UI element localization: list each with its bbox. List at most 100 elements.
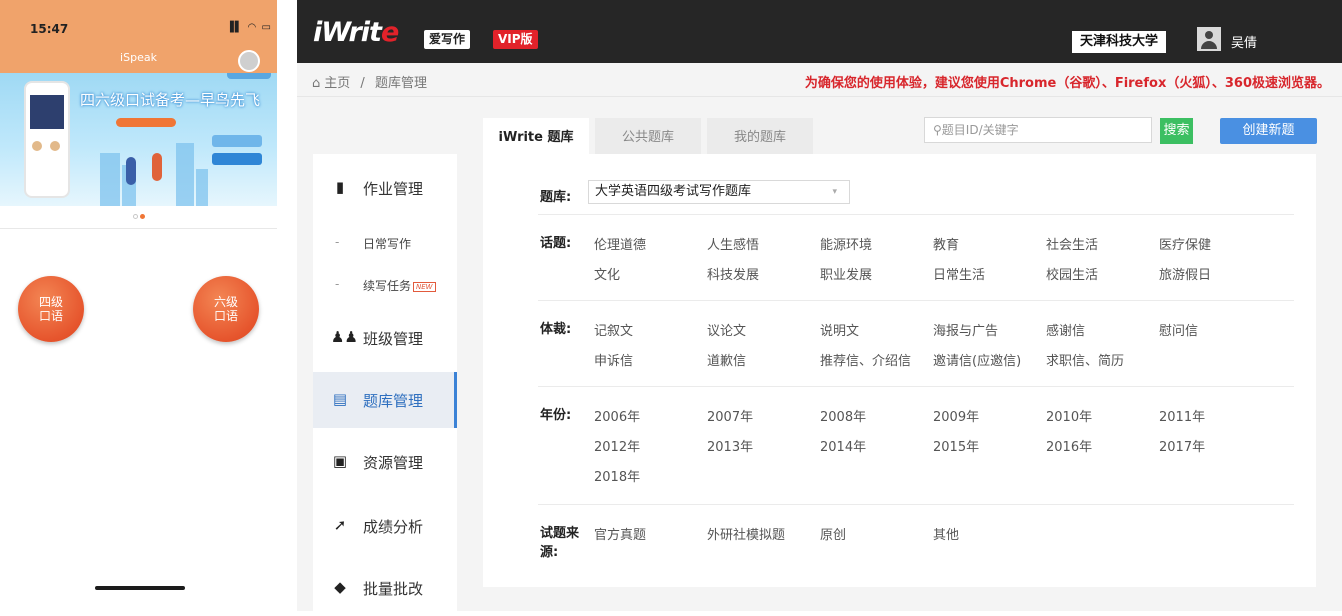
filter-option[interactable]: 说明文: [820, 320, 859, 339]
phone-time: 15:47: [30, 22, 69, 36]
download-box-icon: ▣: [332, 452, 348, 470]
tab-public-bank[interactable]: 公共题库: [595, 118, 701, 154]
breadcrumb-current: 题库管理: [374, 76, 427, 91]
filter-option[interactable]: 外研社模拟题: [707, 524, 785, 543]
document-icon: ▮: [335, 178, 345, 196]
phone-avatar[interactable]: [238, 50, 260, 72]
phone-status-bar: 15:47 ▐▌ ◠ ▭ iSpeak: [0, 0, 277, 73]
person-illustration: [126, 157, 136, 185]
banner-tag: [116, 118, 176, 127]
filter-option[interactable]: 职业发展: [820, 264, 872, 283]
iwrite-logo[interactable]: iWrite: [313, 17, 399, 48]
filter-option[interactable]: 海报与广告: [933, 320, 998, 339]
filter-option[interactable]: 医疗保健: [1159, 234, 1211, 253]
sidebar-item-continuation[interactable]: - 续写任务 NEW: [313, 266, 457, 302]
filter-option[interactable]: 2013年: [707, 436, 753, 455]
banner-pager[interactable]: [0, 212, 277, 221]
filter-option[interactable]: 伦理道德: [594, 234, 646, 253]
tab-iwrite-bank[interactable]: iWrite 题库: [483, 118, 589, 154]
top-bar: iWrite 爱写作 VIP版 天津科技大学 吴倩: [297, 0, 1342, 63]
sidebar-item-grade-analysis[interactable]: ➚ 成绩分析: [313, 498, 457, 554]
filter-option[interactable]: 2007年: [707, 406, 753, 425]
filter-option[interactable]: 2017年: [1159, 436, 1205, 455]
home-indicator: [95, 586, 185, 590]
banner-headline: 四六级口试备考—早鸟先飞: [80, 91, 261, 109]
filter-option[interactable]: 科技发展: [707, 264, 759, 283]
filter-option[interactable]: 2012年: [594, 436, 640, 455]
filter-option[interactable]: 推荐信、介绍信: [820, 350, 911, 369]
filter-option[interactable]: 求职信、简历: [1046, 350, 1124, 369]
brand-badge: 爱写作: [424, 30, 471, 49]
filter-option[interactable]: 申诉信: [594, 350, 633, 369]
filter-option[interactable]: 文化: [594, 264, 620, 283]
new-badge: NEW: [413, 282, 436, 292]
filter-option[interactable]: 2014年: [820, 436, 866, 455]
filter-option[interactable]: 2016年: [1046, 436, 1092, 455]
filter-option[interactable]: 人生感悟: [707, 234, 759, 253]
filter-option[interactable]: 官方真题: [594, 524, 646, 543]
browser-notice: 为确保您的使用体验，建议您使用Chrome（谷歌）、Firefox（火狐）、36…: [804, 76, 1330, 91]
sidebar-item-resources[interactable]: ▣ 资源管理: [313, 434, 457, 490]
filter-option[interactable]: 感谢信: [1046, 320, 1085, 339]
users-icon: ♟♟: [331, 328, 358, 346]
user-avatar-icon[interactable]: [1197, 27, 1221, 51]
tab-my-bank[interactable]: 我的题库: [707, 118, 813, 154]
filter-option[interactable]: 日常生活: [933, 264, 985, 283]
create-question-button[interactable]: 创建新题: [1220, 118, 1317, 144]
filter-option[interactable]: 记叙文: [594, 320, 633, 339]
trend-icon: ➚: [333, 516, 347, 534]
filter-option[interactable]: 2010年: [1046, 406, 1092, 425]
sidebar-item-daily-writing[interactable]: - 日常写作: [313, 224, 457, 260]
sidebar-item-assignments[interactable]: ▮ 作业管理: [313, 160, 457, 216]
filter-option[interactable]: 2011年: [1159, 406, 1205, 425]
vip-badge: VIP版: [493, 30, 538, 49]
genre-label: 体裁:: [540, 322, 572, 337]
filter-option[interactable]: 2015年: [933, 436, 979, 455]
ios-store-button[interactable]: [212, 153, 262, 165]
search-input[interactable]: ⚲题目ID/关键字: [924, 117, 1152, 143]
breadcrumb-home[interactable]: 主页: [324, 76, 350, 91]
filter-panel: 题库: 大学英语四级考试写作题库 ▾ 话题: 体裁: 年份: 试题来源: 伦理道…: [483, 154, 1316, 587]
phone-banner[interactable]: 四六级口试备考—早鸟先飞: [0, 73, 277, 206]
sidebar-item-question-bank[interactable]: ▤ 题库管理: [313, 372, 457, 428]
phone-app-title: iSpeak: [120, 51, 157, 64]
filter-option[interactable]: 2018年: [594, 466, 640, 485]
filter-option[interactable]: 其他: [933, 524, 959, 543]
filter-option[interactable]: 2008年: [820, 406, 866, 425]
filter-option[interactable]: 邀请信(应邀信): [933, 350, 1021, 369]
breadcrumb: ⌂ 主页 / 题库管理: [312, 76, 427, 91]
filter-option[interactable]: 2009年: [933, 406, 979, 425]
iwrite-app: iWrite 爱写作 VIP版 天津科技大学 吴倩 ⌂ 主页 / 题库管理 为确保…: [297, 0, 1342, 611]
sidebar-item-batch-grading[interactable]: ◆ 批量批改: [313, 560, 457, 616]
filter-option[interactable]: 能源环境: [820, 234, 872, 253]
filter-option[interactable]: 议论文: [707, 320, 746, 339]
person-illustration: [152, 153, 162, 181]
phone-preview: 15:47 ▐▌ ◠ ▭ iSpeak 四六级口试备考—早鸟先飞 四级 口语 六…: [0, 0, 277, 611]
bank-select[interactable]: 大学英语四级考试写作题库 ▾: [588, 180, 850, 204]
sidebar: ▮ 作业管理 - 日常写作 - 续写任务 NEW ♟♟ 班级管理 ▤ 题库管理 ▣…: [313, 154, 457, 611]
user-name[interactable]: 吴倩: [1231, 32, 1257, 51]
search-icon: ⚲: [933, 123, 942, 137]
home-icon[interactable]: ⌂: [312, 76, 320, 91]
sidebar-item-classes[interactable]: ♟♟ 班级管理: [313, 310, 457, 366]
school-name: 天津科技大学: [1072, 31, 1167, 53]
banner-phone-illustration: [24, 81, 70, 198]
banner-login-tab[interactable]: [227, 73, 271, 79]
phone-status-icons: ▐▌ ◠ ▭: [226, 22, 272, 33]
topic-label: 话题:: [540, 236, 572, 251]
search-button[interactable]: 搜索: [1160, 118, 1193, 144]
filter-option[interactable]: 教育: [933, 234, 959, 253]
filter-option[interactable]: 校园生活: [1046, 264, 1098, 283]
cet6-speaking-button[interactable]: 六级 口语: [193, 276, 259, 342]
filter-option[interactable]: 旅游假日: [1159, 264, 1211, 283]
source-label: 试题来源:: [540, 526, 580, 560]
filter-option[interactable]: 社会生活: [1046, 234, 1098, 253]
filter-option[interactable]: 道歉信: [707, 350, 746, 369]
chevron-down-icon: ▾: [832, 187, 837, 197]
filter-option[interactable]: 慰问信: [1159, 320, 1198, 339]
filter-option[interactable]: 2006年: [594, 406, 640, 425]
filter-option[interactable]: 原创: [820, 524, 846, 543]
breadcrumb-bar: ⌂ 主页 / 题库管理 为确保您的使用体验，建议您使用Chrome（谷歌）、Fir…: [297, 63, 1342, 97]
android-store-button[interactable]: [212, 135, 262, 147]
cet4-speaking-button[interactable]: 四级 口语: [18, 276, 84, 342]
